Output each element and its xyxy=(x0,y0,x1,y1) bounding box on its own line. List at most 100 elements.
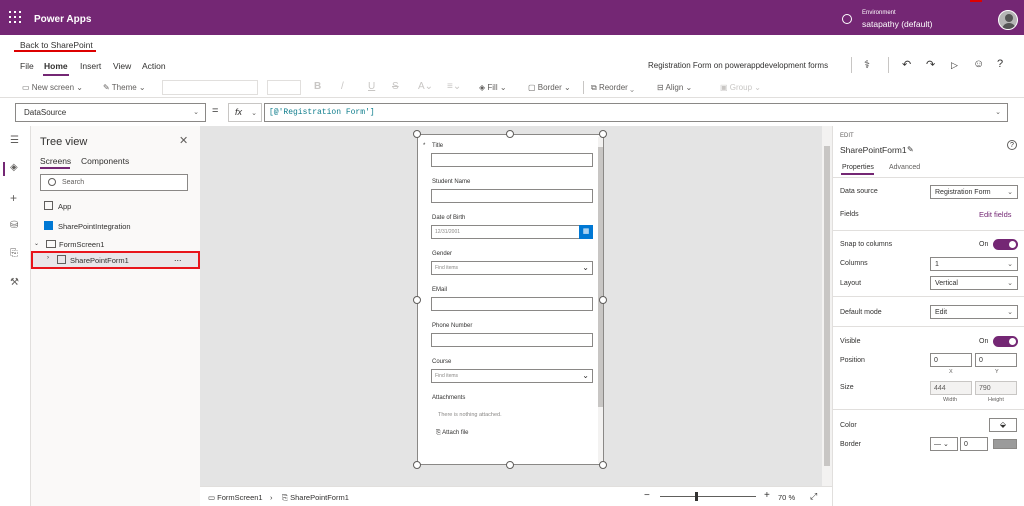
canvas-scrollbar[interactable] xyxy=(822,126,832,486)
environment-icon[interactable] xyxy=(842,14,852,24)
date-of-birth-picker[interactable]: 12/31/2001 ▦ xyxy=(431,225,593,239)
menu-action[interactable]: Action xyxy=(142,61,166,71)
collapse-chevron-icon[interactable]: ⌄ xyxy=(34,240,39,247)
zoom-slider-thumb[interactable] xyxy=(695,492,698,501)
new-screen-button[interactable]: ▭ New screen ⌄ xyxy=(22,83,83,92)
undo-icon[interactable]: ↶ xyxy=(902,58,911,71)
rename-pencil-icon[interactable]: ✎ xyxy=(907,145,914,154)
tab-properties[interactable]: Properties xyxy=(842,164,874,171)
layout-dropdown[interactable]: Vertical ⌄ xyxy=(930,276,1018,290)
position-x-input[interactable]: 0 xyxy=(930,353,972,367)
resize-handle[interactable] xyxy=(599,461,607,469)
bold-icon[interactable]: B xyxy=(314,81,321,92)
underline-icon[interactable]: U xyxy=(368,81,375,92)
font-family-dropdown[interactable] xyxy=(162,80,258,95)
media-icon[interactable]: ⎘ xyxy=(10,248,18,259)
default-mode-dropdown[interactable]: Edit ⌄ xyxy=(930,305,1018,319)
zoom-out-button[interactable]: − xyxy=(644,490,650,501)
tree-item-sharepoint-integration[interactable]: SharePointIntegration xyxy=(58,222,131,231)
align-button[interactable]: ⊟ Align ⌄ xyxy=(657,83,692,92)
data-source-dropdown[interactable]: Registration Form ⌄ xyxy=(930,185,1018,199)
function-button[interactable]: fx ⌄ xyxy=(228,103,262,122)
preview-play-icon[interactable]: ▷ xyxy=(951,60,958,71)
edit-fields-link[interactable]: Edit fields xyxy=(979,210,1012,219)
tab-advanced[interactable]: Advanced xyxy=(889,164,920,171)
italic-icon[interactable]: / xyxy=(341,81,344,92)
scrollbar-thumb[interactable] xyxy=(824,146,830,466)
font-color-icon[interactable]: A⌄ xyxy=(418,81,433,92)
email-input[interactable] xyxy=(431,297,593,311)
color-picker-button[interactable]: ⬙ xyxy=(989,418,1017,432)
zoom-in-button[interactable]: + xyxy=(764,490,770,501)
group-button[interactable]: ▣ Group ⌄ xyxy=(720,83,761,92)
menu-file[interactable]: File xyxy=(20,61,34,71)
border-style-dropdown[interactable]: — ⌄ xyxy=(930,437,958,451)
tab-components[interactable]: Components xyxy=(81,156,129,166)
expand-formula-icon[interactable]: ⌄ xyxy=(995,108,1001,116)
resize-handle[interactable] xyxy=(599,296,607,304)
hamburger-menu-icon[interactable]: ☰ xyxy=(10,135,19,146)
breadcrumb-screen[interactable]: ▭ FormScreen1 xyxy=(208,493,263,502)
snap-to-columns-toggle[interactable] xyxy=(993,239,1018,250)
menu-view[interactable]: View xyxy=(113,61,131,71)
width-input[interactable]: 444 xyxy=(930,381,972,395)
border-button[interactable]: ▢ Border ⌄ xyxy=(528,83,571,92)
attach-file-button[interactable]: ⎘ Attach file xyxy=(436,430,469,437)
help-icon[interactable]: ? xyxy=(997,58,1003,70)
menu-insert[interactable]: Insert xyxy=(80,61,101,71)
help-icon[interactable]: ? xyxy=(1007,140,1017,150)
user-avatar[interactable] xyxy=(998,10,1018,30)
theme-button[interactable]: ✎ Theme ⌄ xyxy=(103,83,146,92)
expand-chevron-icon[interactable]: › xyxy=(47,255,49,261)
course-combobox[interactable]: Find items ⌄ xyxy=(431,369,593,383)
tree-item-app[interactable]: App xyxy=(58,202,71,211)
resize-handle[interactable] xyxy=(413,296,421,304)
divider xyxy=(583,81,584,94)
data-icon[interactable]: ⛁ xyxy=(10,220,18,231)
advanced-tools-icon[interactable]: ⚒ xyxy=(10,277,19,288)
font-size-dropdown[interactable] xyxy=(267,80,301,95)
close-icon[interactable]: ✕ xyxy=(179,134,188,147)
fill-button[interactable]: ◈ Fill ⌄ xyxy=(479,83,507,92)
resize-handle[interactable] xyxy=(413,130,421,138)
visible-toggle[interactable] xyxy=(993,336,1018,347)
reorder-button[interactable]: ⧉ Reorder ⌄ xyxy=(591,83,634,93)
tree-item-formscreen1[interactable]: FormScreen1 xyxy=(59,240,104,249)
formula-input[interactable]: [@'Registration Form'] ⌄ xyxy=(264,103,1008,122)
layers-icon[interactable]: ◈ xyxy=(10,162,18,173)
columns-dropdown[interactable]: 1 ⌄ xyxy=(930,257,1018,271)
breadcrumb-form[interactable]: ⎘ SharePointForm1 xyxy=(282,493,349,503)
resize-handle[interactable] xyxy=(506,130,514,138)
calendar-icon[interactable]: ▦ xyxy=(579,225,593,239)
gender-combobox[interactable]: Find items ⌄ xyxy=(431,261,593,275)
menu-home[interactable]: Home xyxy=(44,61,68,71)
app-launcher-icon[interactable] xyxy=(9,11,21,23)
position-label: Position xyxy=(840,357,865,364)
position-y-input[interactable]: 0 xyxy=(975,353,1017,367)
app-checker-icon[interactable]: ⚕ xyxy=(864,58,870,71)
resize-handle[interactable] xyxy=(413,461,421,469)
tab-screens[interactable]: Screens xyxy=(40,156,71,166)
sharepoint-form[interactable]: * Title Student Name Date of Birth 12/31… xyxy=(417,134,604,465)
share-user-icon[interactable]: ☺ xyxy=(973,58,984,70)
strikethrough-icon[interactable]: S xyxy=(392,81,399,92)
resize-handle[interactable] xyxy=(506,461,514,469)
tree-item-sharepointform1[interactable]: › SharePointForm1 ... xyxy=(31,251,200,269)
property-dropdown[interactable]: DataSource ⌄ xyxy=(15,103,206,122)
redo-icon[interactable]: ↷ xyxy=(926,58,935,71)
border-width-input[interactable]: 0 xyxy=(960,437,988,451)
fit-to-window-icon[interactable]: ⤢ xyxy=(810,491,817,502)
tree-search-input[interactable]: Search xyxy=(40,174,188,191)
resize-handle[interactable] xyxy=(599,130,607,138)
back-to-sharepoint-link[interactable]: Back to SharePoint xyxy=(20,40,93,50)
zoom-slider[interactable] xyxy=(660,496,756,497)
text-align-icon[interactable]: ≡⌄ xyxy=(447,81,461,92)
title-input[interactable] xyxy=(431,153,593,167)
student-name-input[interactable] xyxy=(431,189,593,203)
phone-number-input[interactable] xyxy=(431,333,593,347)
border-color-swatch[interactable] xyxy=(993,439,1017,449)
height-input[interactable]: 790 xyxy=(975,381,1017,395)
insert-plus-icon[interactable]: + xyxy=(10,191,17,205)
more-options-icon[interactable]: ... xyxy=(174,253,182,263)
environment-name[interactable]: satapathy (default) xyxy=(862,19,932,29)
